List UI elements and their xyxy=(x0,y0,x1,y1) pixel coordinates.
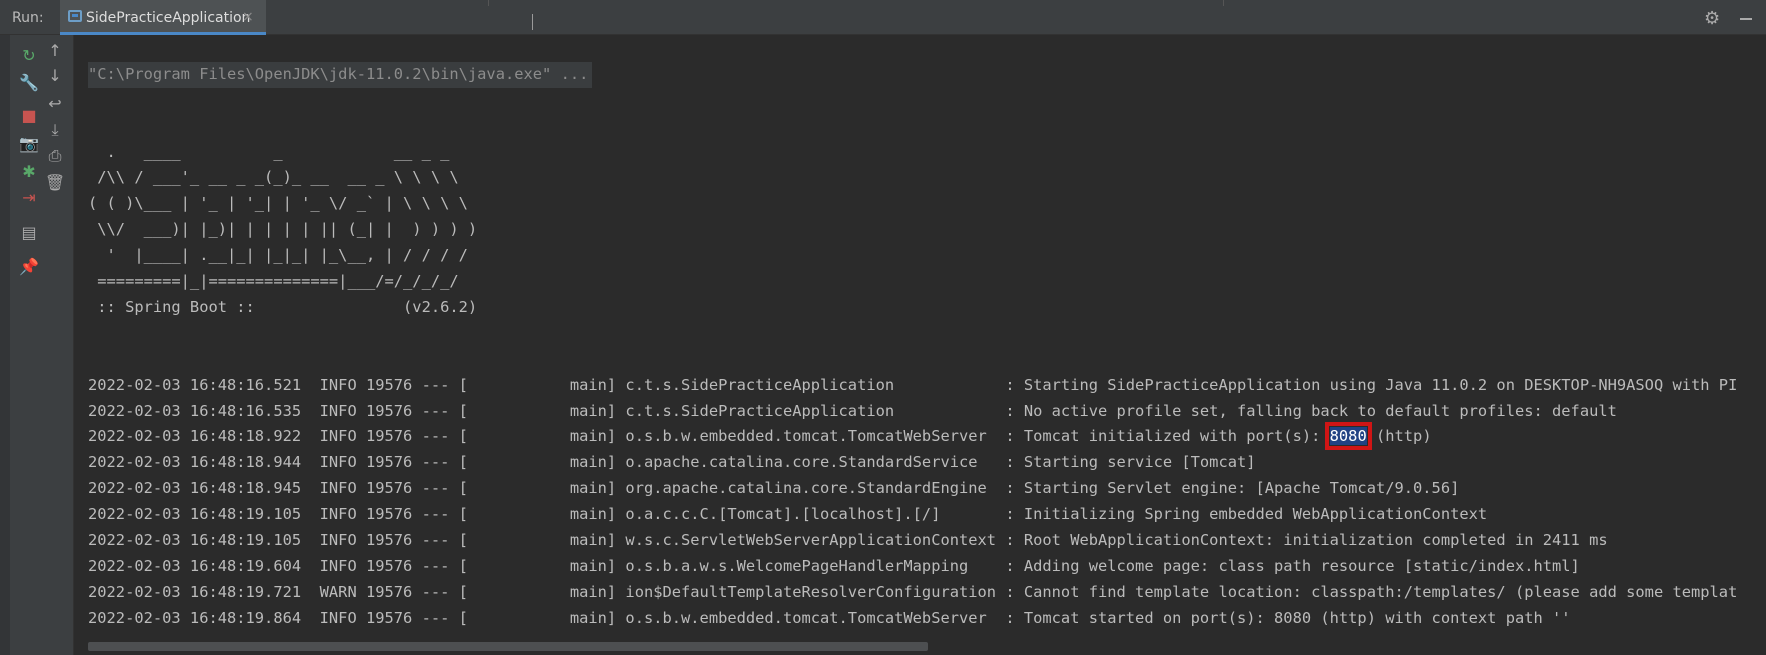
exit-icon[interactable]: ⇥ xyxy=(18,187,40,209)
banner-line xyxy=(88,114,1766,140)
up-arrow-icon[interactable]: ↑ xyxy=(44,40,66,62)
run-toolbar: ↻ 🔧 ■ 📷 ✱ ⇥ ▤ 📌 ↑ ↓ ↩ ⤓ ⎙ 🗑 xyxy=(10,35,74,655)
log-line: 2022-02-03 16:48:16.521 INFO 19576 --- [… xyxy=(88,373,1766,399)
banner-line: \\/ ___)| |_)| | | | | || (_| | ) ) ) ) xyxy=(88,220,478,239)
log-text: 2022-02-03 16:48:18.922 INFO 19576 --- [… xyxy=(88,427,1330,446)
close-icon[interactable]: × xyxy=(242,9,254,25)
text-cursor xyxy=(532,14,533,30)
banner-line: /\\ / ___'_ __ _ _(_)_ __ __ _ \ \ \ \ xyxy=(88,168,459,187)
log-line: 2022-02-03 16:48:19.887 INFO 19576 --- [… xyxy=(88,632,1766,636)
spring-banner: . ____ _ __ _ _ /\\ / ___'_ __ _ _(_)_ _… xyxy=(88,114,1766,347)
log-text: 2022-02-03 16:48:19.864 INFO 19576 --- [… xyxy=(88,608,1571,627)
log-text: 2022-02-03 16:48:19.105 INFO 19576 --- [… xyxy=(88,530,1608,549)
banner-line: =========|_|==============|___/=/_/_/_/ xyxy=(88,272,459,291)
divider xyxy=(488,0,489,6)
console-output[interactable]: "C:\Program Files\OpenJDK\jdk-11.0.2\bin… xyxy=(88,36,1766,636)
log-text: 2022-02-03 16:48:19.604 INFO 19576 --- [… xyxy=(88,556,1580,575)
soft-wrap-icon[interactable]: ↩ xyxy=(44,93,66,115)
port-protocol: (http) xyxy=(1366,427,1432,446)
banner-line: ( ( )\___ | '_ | '_| | '_ \/ _` | \ \ \ … xyxy=(88,194,468,213)
tab-label: SidePracticeApplication xyxy=(86,10,251,26)
log-text: 2022-02-03 16:48:19.887 INFO 19576 --- [… xyxy=(88,635,1691,636)
banner-line xyxy=(88,321,1766,347)
log-text: 2022-02-03 16:48:18.944 INFO 19576 --- [… xyxy=(88,453,1256,472)
pin-icon[interactable]: 📌 xyxy=(18,256,40,278)
log-line: 2022-02-03 16:48:19.105 INFO 19576 --- [… xyxy=(88,528,1766,554)
log-line: 2022-02-03 16:48:19.105 INFO 19576 --- [… xyxy=(88,502,1766,528)
wrench-icon[interactable]: 🔧 xyxy=(18,72,40,94)
print-icon[interactable]: ⎙ xyxy=(44,145,66,167)
log-text: 2022-02-03 16:48:16.521 INFO 19576 --- [… xyxy=(88,375,1738,394)
log-line: 2022-02-03 16:48:19.604 INFO 19576 --- [… xyxy=(88,554,1766,580)
run-tool-window-header: Run: SidePracticeApplication × ⚙ xyxy=(0,0,1766,35)
minimize-icon[interactable] xyxy=(1740,18,1752,20)
log-text: 2022-02-03 16:48:19.721 WARN 19576 --- [… xyxy=(88,582,1738,601)
scroll-to-end-icon[interactable]: ⤓ xyxy=(44,119,66,141)
banner-line: ' |____| .__|_| |_|_| |_\__, | / / / / xyxy=(88,246,468,265)
tab-side-practice-application[interactable]: SidePracticeApplication × xyxy=(60,0,266,35)
run-config-icon xyxy=(68,10,82,22)
log-text: 2022-02-03 16:48:18.945 INFO 19576 --- [… xyxy=(88,479,1460,498)
run-label: Run: xyxy=(12,10,44,26)
stop-icon[interactable]: ■ xyxy=(18,105,40,127)
log-line: 2022-02-03 16:48:18.922 INFO 19576 --- [… xyxy=(88,422,1766,451)
log-lines: 2022-02-03 16:48:16.521 INFO 19576 --- [… xyxy=(88,373,1766,636)
trash-icon[interactable]: 🗑 xyxy=(44,172,66,194)
log-line: 2022-02-03 16:48:19.721 WARN 19576 --- [… xyxy=(88,580,1766,606)
layout-icon[interactable]: ▤ xyxy=(18,222,40,244)
highlighted-port[interactable]: 8080 xyxy=(1324,422,1372,451)
log-line: 2022-02-03 16:48:16.535 INFO 19576 --- [… xyxy=(88,399,1766,425)
debug-bug-icon[interactable]: ✱ xyxy=(18,161,40,183)
horizontal-scrollbar[interactable] xyxy=(88,642,928,651)
camera-icon[interactable]: 📷 xyxy=(18,133,40,155)
log-text: 2022-02-03 16:48:19.105 INFO 19576 --- [… xyxy=(88,505,1488,524)
log-line: 2022-02-03 16:48:19.864 INFO 19576 --- [… xyxy=(88,606,1766,632)
command-line: "C:\Program Files\OpenJDK\jdk-11.0.2\bin… xyxy=(88,61,593,88)
down-arrow-icon[interactable]: ↓ xyxy=(44,65,66,87)
log-line: 2022-02-03 16:48:18.944 INFO 19576 --- [… xyxy=(88,450,1766,476)
divider xyxy=(1223,0,1224,6)
log-text: 2022-02-03 16:48:16.535 INFO 19576 --- [… xyxy=(88,401,1617,420)
log-line: 2022-02-03 16:48:18.945 INFO 19576 --- [… xyxy=(88,476,1766,502)
gear-icon[interactable]: ⚙ xyxy=(1704,8,1720,29)
rerun-icon[interactable]: ↻ xyxy=(18,45,40,67)
banner-line: :: Spring Boot :: (v2.6.2) xyxy=(88,297,478,316)
banner-line: . ____ _ __ _ _ xyxy=(88,142,450,161)
